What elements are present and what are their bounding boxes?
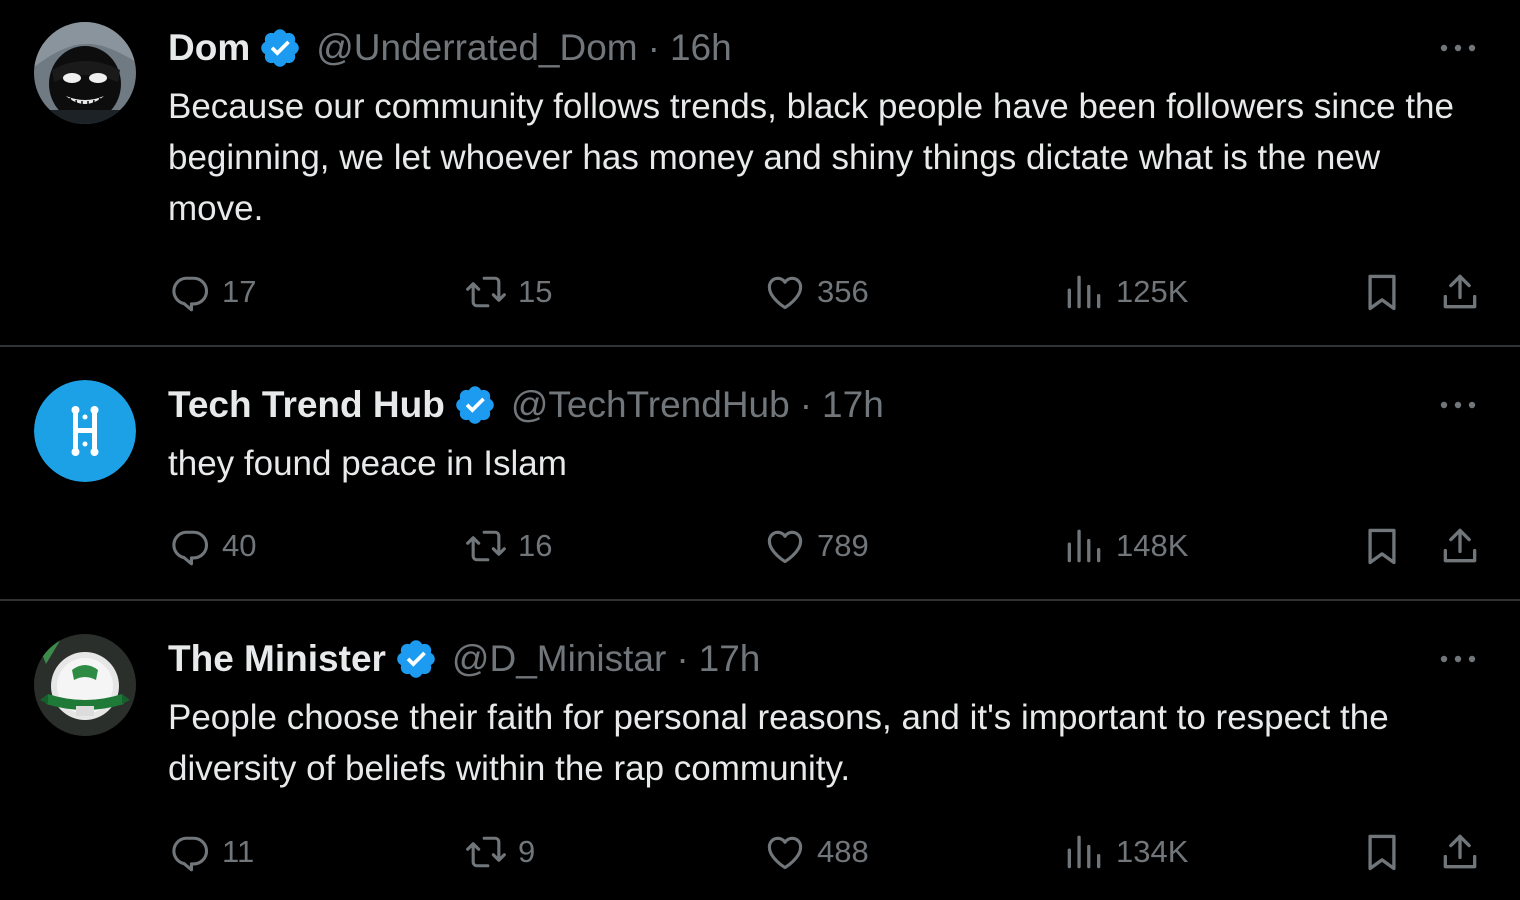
display-name[interactable]: The Minister [168, 638, 386, 680]
tweet-card[interactable]: Tech Trend Hub @TechTrendHub · 17h they … [0, 349, 1520, 601]
repost-button[interactable]: 16 [464, 521, 552, 571]
avatar-independence-badge-icon [34, 634, 136, 736]
tweet-card[interactable]: The Minister @D_Ministar · 17h People ch… [0, 603, 1520, 900]
more-horizontal-icon[interactable] [1438, 649, 1478, 669]
tweet-header: The Minister @D_Ministar · 17h [168, 634, 760, 684]
separator-dot: · [799, 384, 813, 425]
display-name[interactable]: Tech Trend Hub [168, 384, 445, 426]
reply-button[interactable]: 40 [168, 521, 256, 571]
heart-icon [767, 276, 803, 310]
reply-button[interactable]: 17 [168, 267, 256, 317]
views-count: 134K [1116, 834, 1189, 869]
share-button[interactable] [1438, 521, 1482, 571]
user-handle[interactable]: @D_Ministar [452, 638, 666, 680]
user-handle[interactable]: @Underrated_Dom [316, 27, 637, 69]
separator-dot: · [676, 638, 689, 679]
share-icon [1443, 834, 1477, 869]
separator-dot: · [647, 27, 660, 68]
like-button[interactable]: 789 [763, 521, 869, 571]
heart-icon [767, 836, 803, 870]
timestamp[interactable]: 17h [822, 384, 884, 426]
like-button[interactable]: 488 [763, 827, 869, 877]
repost-icon [466, 530, 506, 562]
views-count: 125K [1116, 274, 1189, 309]
avatar-tech-logo-icon [34, 380, 136, 482]
like-count: 789 [817, 528, 869, 563]
more-horizontal-icon[interactable] [1438, 38, 1478, 58]
timestamp[interactable]: 16h [670, 27, 732, 69]
verified-badge-icon [261, 29, 300, 67]
user-handle[interactable]: @TechTrendHub [511, 384, 790, 426]
bookmark-button[interactable] [1360, 267, 1404, 317]
tweet-card[interactable]: Dom @Underrated_Dom · 16h Because our co… [0, 0, 1520, 347]
repost-count: 15 [518, 274, 553, 309]
views-chart-icon [1067, 275, 1101, 309]
share-icon [1443, 528, 1477, 563]
reply-count: 17 [222, 274, 257, 309]
share-button[interactable] [1438, 827, 1482, 877]
avatar[interactable] [34, 634, 136, 736]
views-button[interactable]: 125K [1062, 267, 1188, 317]
tweet-text: People choose their faith for personal r… [168, 698, 1389, 788]
tweet-actions: 17 15 356 125K [0, 267, 1520, 317]
verified-badge-icon [456, 386, 494, 424]
tweet-actions: 11 9 488 134K [0, 827, 1520, 877]
bookmark-icon [1368, 528, 1396, 565]
bookmark-button[interactable] [1360, 521, 1404, 571]
tweet-text: Because our community follows trends, bl… [168, 87, 1454, 228]
avatar-masked-character-icon [34, 22, 136, 124]
reply-icon [172, 530, 209, 566]
share-button[interactable] [1438, 267, 1482, 317]
repost-count: 16 [518, 528, 553, 563]
share-icon [1443, 274, 1477, 309]
repost-button[interactable]: 9 [464, 827, 535, 877]
reply-icon [172, 276, 209, 312]
avatar[interactable] [34, 22, 136, 124]
like-count: 356 [817, 274, 869, 309]
views-chart-icon [1067, 529, 1101, 563]
more-horizontal-icon[interactable] [1438, 395, 1478, 415]
reply-count: 40 [222, 528, 257, 563]
reply-button[interactable]: 11 [168, 827, 254, 877]
reply-count: 11 [222, 834, 255, 869]
views-button[interactable]: 134K [1062, 827, 1188, 877]
tweet-text: they found peace in Islam [168, 444, 567, 483]
repost-icon [466, 276, 506, 308]
verified-badge-icon [397, 640, 435, 678]
like-button[interactable]: 356 [763, 267, 869, 317]
reply-icon [172, 836, 209, 872]
repost-count: 9 [518, 834, 536, 869]
tweet-actions: 40 16 789 148K [0, 521, 1520, 571]
tweet-feed: Dom @Underrated_Dom · 16h Because our co… [0, 0, 1520, 900]
like-count: 488 [817, 834, 869, 869]
avatar[interactable] [34, 380, 136, 482]
repost-button[interactable]: 15 [464, 267, 552, 317]
repost-icon [466, 836, 506, 868]
bookmark-button[interactable] [1360, 827, 1404, 877]
bookmark-icon [1368, 274, 1396, 311]
timestamp[interactable]: 17h [699, 638, 761, 680]
tweet-header: Tech Trend Hub @TechTrendHub · 17h [168, 380, 884, 430]
bookmark-icon [1368, 834, 1396, 871]
tweet-header: Dom @Underrated_Dom · 16h [168, 23, 732, 73]
views-count: 148K [1116, 528, 1189, 563]
views-button[interactable]: 148K [1062, 521, 1188, 571]
heart-icon [767, 530, 803, 564]
display-name[interactable]: Dom [168, 27, 250, 69]
views-chart-icon [1067, 835, 1101, 869]
